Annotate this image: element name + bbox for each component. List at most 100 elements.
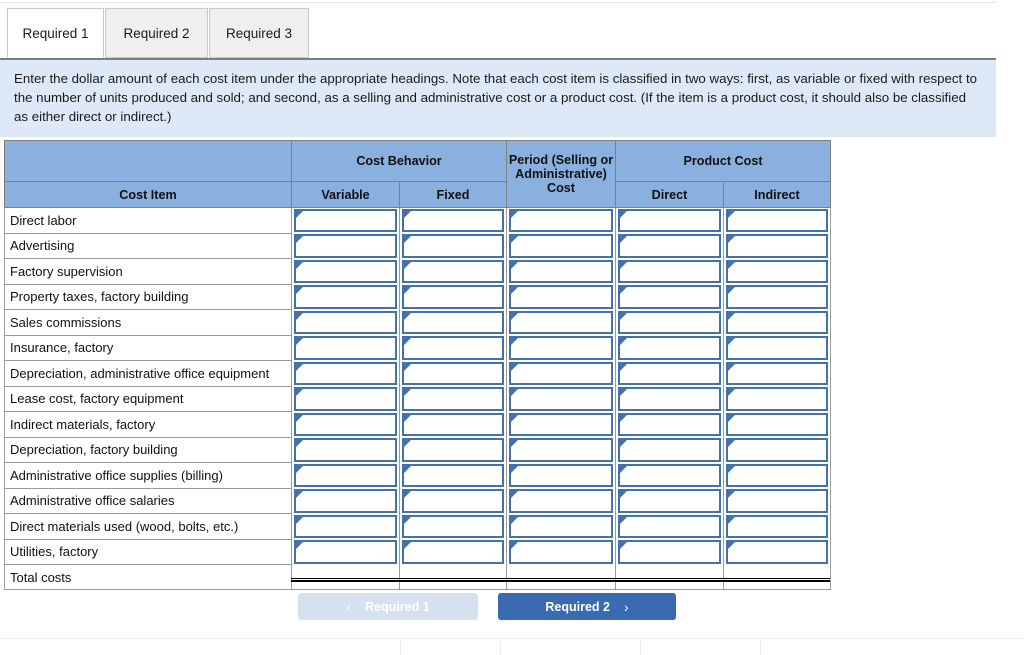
amount-cell[interactable]: [506, 513, 617, 539]
amount-cell[interactable]: [723, 335, 832, 361]
amount-input[interactable]: [726, 259, 829, 283]
amount-input[interactable]: [618, 310, 722, 334]
amount-input[interactable]: [726, 412, 829, 436]
amount-cell[interactable]: [615, 207, 725, 233]
amount-cell[interactable]: [723, 207, 832, 233]
amount-cell[interactable]: [291, 411, 400, 437]
amount-input[interactable]: [509, 234, 614, 258]
amount-cell[interactable]: [398, 335, 508, 361]
amount-input[interactable]: [402, 336, 505, 360]
amount-cell[interactable]: [723, 488, 832, 514]
amount-cell[interactable]: [398, 233, 508, 259]
amount-cell[interactable]: [291, 386, 400, 412]
amount-input[interactable]: [618, 514, 722, 538]
amount-input[interactable]: [294, 209, 397, 232]
amount-input[interactable]: [618, 412, 722, 436]
amount-input[interactable]: [402, 540, 505, 564]
amount-input[interactable]: [618, 285, 722, 309]
amount-input[interactable]: [294, 412, 397, 436]
amount-input[interactable]: [726, 361, 829, 385]
amount-cell[interactable]: [291, 335, 400, 361]
amount-cell[interactable]: [398, 386, 508, 412]
amount-input[interactable]: [618, 209, 722, 232]
tab-required-1[interactable]: Required 1: [7, 8, 104, 58]
amount-input[interactable]: [402, 209, 505, 232]
amount-input[interactable]: [726, 514, 829, 538]
tab-required-3[interactable]: Required 3: [209, 8, 309, 58]
amount-cell[interactable]: [506, 437, 617, 463]
amount-cell[interactable]: [506, 539, 617, 565]
amount-cell[interactable]: [723, 360, 832, 386]
amount-cell[interactable]: [615, 539, 725, 565]
amount-cell[interactable]: [506, 488, 617, 514]
amount-cell[interactable]: [723, 386, 832, 412]
amount-cell[interactable]: [615, 284, 725, 310]
amount-cell[interactable]: [615, 233, 725, 259]
amount-input[interactable]: [294, 285, 397, 309]
amount-cell[interactable]: [723, 437, 832, 463]
amount-cell[interactable]: [398, 437, 508, 463]
amount-input[interactable]: [402, 489, 505, 513]
amount-cell[interactable]: [291, 207, 400, 233]
amount-input[interactable]: [618, 234, 722, 258]
amount-input[interactable]: [509, 310, 614, 334]
amount-cell[interactable]: [398, 284, 508, 310]
amount-input[interactable]: [726, 438, 829, 462]
amount-input[interactable]: [294, 361, 397, 385]
amount-cell[interactable]: [615, 258, 725, 284]
amount-input[interactable]: [618, 489, 722, 513]
amount-input[interactable]: [294, 489, 397, 513]
amount-input[interactable]: [402, 361, 505, 385]
amount-cell[interactable]: [615, 437, 725, 463]
amount-cell[interactable]: [723, 462, 832, 488]
amount-cell[interactable]: [506, 207, 617, 233]
amount-cell[interactable]: [506, 386, 617, 412]
amount-input[interactable]: [726, 336, 829, 360]
amount-cell[interactable]: [398, 411, 508, 437]
amount-input[interactable]: [618, 336, 722, 360]
amount-cell[interactable]: [291, 233, 400, 259]
amount-input[interactable]: [402, 463, 505, 487]
amount-cell[interactable]: [615, 513, 725, 539]
amount-cell[interactable]: [506, 462, 617, 488]
amount-input[interactable]: [294, 259, 397, 283]
amount-cell[interactable]: [398, 488, 508, 514]
amount-cell[interactable]: [723, 233, 832, 259]
amount-cell[interactable]: [291, 488, 400, 514]
amount-cell[interactable]: [723, 539, 832, 565]
amount-input[interactable]: [618, 540, 722, 564]
amount-cell[interactable]: [723, 284, 832, 310]
amount-input[interactable]: [726, 489, 829, 513]
amount-cell[interactable]: [291, 539, 400, 565]
prev-requirement-button[interactable]: ‹ Required 1: [298, 593, 478, 620]
amount-input[interactable]: [402, 412, 505, 436]
amount-input[interactable]: [726, 234, 829, 258]
amount-cell[interactable]: [723, 513, 832, 539]
tab-required-2[interactable]: Required 2: [105, 8, 208, 58]
amount-cell[interactable]: [398, 539, 508, 565]
amount-input[interactable]: [294, 310, 397, 334]
amount-input[interactable]: [402, 310, 505, 334]
amount-cell[interactable]: [506, 309, 617, 335]
amount-cell[interactable]: [615, 360, 725, 386]
amount-input[interactable]: [618, 259, 722, 283]
amount-input[interactable]: [402, 514, 505, 538]
amount-input[interactable]: [294, 463, 397, 487]
amount-input[interactable]: [726, 463, 829, 487]
amount-cell[interactable]: [291, 462, 400, 488]
amount-cell[interactable]: [723, 309, 832, 335]
amount-input[interactable]: [509, 361, 614, 385]
amount-cell[interactable]: [615, 488, 725, 514]
amount-input[interactable]: [509, 259, 614, 283]
amount-cell[interactable]: [615, 462, 725, 488]
amount-input[interactable]: [294, 336, 397, 360]
amount-input[interactable]: [294, 234, 397, 258]
amount-input[interactable]: [509, 514, 614, 538]
amount-input[interactable]: [402, 234, 505, 258]
amount-input[interactable]: [726, 285, 829, 309]
amount-input[interactable]: [726, 310, 829, 334]
amount-input[interactable]: [509, 336, 614, 360]
amount-cell[interactable]: [398, 258, 508, 284]
amount-cell[interactable]: [506, 233, 617, 259]
amount-cell[interactable]: [506, 284, 617, 310]
